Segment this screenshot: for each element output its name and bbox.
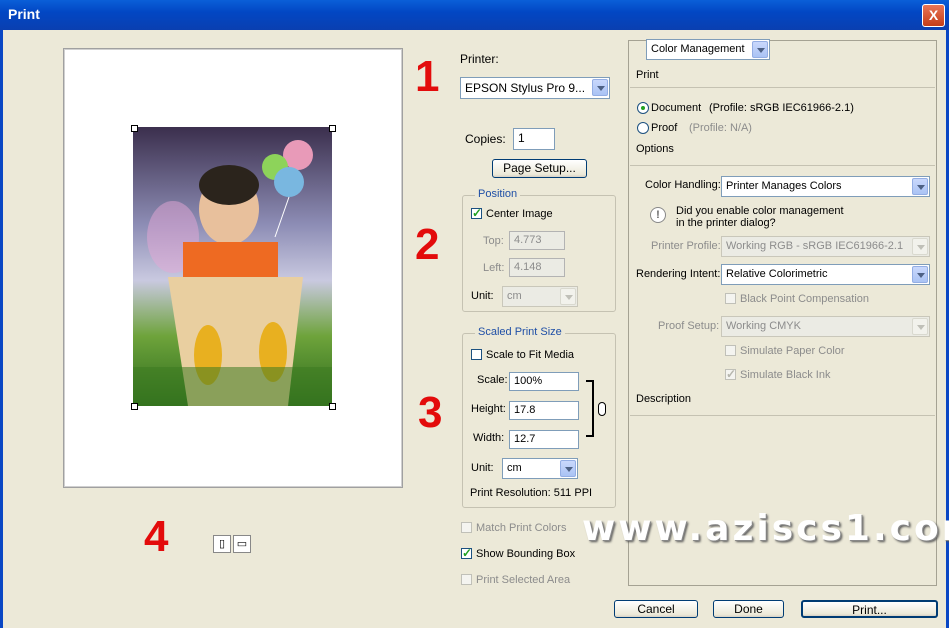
bounding-handle-tr[interactable] [329, 125, 336, 132]
printer-select[interactable]: EPSON Stylus Pro 9... [460, 77, 610, 99]
scale-to-fit-checkbox[interactable] [471, 349, 482, 360]
copies-input[interactable]: 1 [513, 128, 555, 150]
color-handling-value: Printer Manages Colors [726, 180, 842, 192]
bounding-handle-br[interactable] [329, 403, 336, 410]
scale-to-fit-label: Scale to Fit Media [486, 349, 575, 361]
divider [630, 87, 935, 88]
rendering-intent-value: Relative Colorimetric [726, 268, 828, 280]
chevron-down-icon [560, 288, 576, 305]
portrait-orientation-icon[interactable]: ▯ [213, 535, 231, 553]
top-input[interactable]: 4.773 [509, 231, 565, 250]
show-bounding-box-label: Show Bounding Box [476, 548, 576, 560]
document-label: Document [651, 102, 702, 114]
print-button[interactable]: Print... [801, 600, 938, 618]
height-label: Height: [471, 403, 506, 415]
height-input[interactable]: 17.8 [509, 401, 579, 420]
black-point-label: Black Point Compensation [740, 293, 870, 305]
divider [630, 165, 935, 166]
annotation-number-3: 3 [418, 388, 443, 437]
annotation-number-4: 4 [144, 512, 169, 561]
document-profile: (Profile: sRGB IEC61966-2.1) [709, 102, 854, 114]
annotation-number-1: 1 [415, 52, 440, 101]
simulate-paper-label: Simulate Paper Color [740, 345, 845, 357]
printer-profile-select[interactable]: Working RGB - sRGB IEC61966-2.1 [721, 236, 930, 257]
print-selected-area-label: Print Selected Area [476, 574, 571, 586]
position-unit-label: Unit: [471, 290, 494, 302]
black-point-checkbox[interactable] [725, 293, 736, 304]
constrain-bracket [586, 380, 594, 437]
center-image-label: Center Image [486, 208, 553, 220]
chevron-down-icon [912, 318, 928, 335]
print-resolution: Print Resolution: 511 PPI [470, 487, 593, 499]
left-label: Left: [483, 262, 505, 274]
bounding-handle-bl[interactable] [131, 403, 138, 410]
position-unit-select[interactable]: cm [502, 286, 578, 307]
top-label: Top: [483, 235, 504, 247]
printer-profile-value: Working RGB - sRGB IEC61966-2.1 [726, 240, 904, 252]
match-print-colors-label: Match Print Colors [476, 522, 567, 534]
proof-setup-label: Proof Setup: [658, 320, 720, 332]
rendering-intent-label: Rendering Intent: [636, 268, 721, 280]
watermark-text: www.aziscs1.com [582, 508, 949, 549]
width-input[interactable]: 12.7 [509, 430, 579, 449]
left-input[interactable]: 4.148 [509, 258, 565, 277]
copies-label: Copies: [465, 132, 506, 146]
rendering-intent-select[interactable]: Relative Colorimetric [721, 264, 930, 285]
chevron-down-icon [752, 41, 768, 58]
proof-setup-select[interactable]: Working CMYK [721, 316, 930, 337]
close-button[interactable]: X [922, 4, 945, 27]
window-title: Print [8, 6, 40, 22]
annotation-number-2: 2 [415, 220, 440, 269]
page-setup-button[interactable]: Page Setup... [492, 159, 587, 178]
printer-select-value: EPSON Stylus Pro 9... [465, 81, 586, 95]
cancel-button[interactable]: Cancel [614, 600, 698, 618]
show-bounding-box-checkbox[interactable] [461, 546, 472, 560]
color-management-select[interactable]: Color Management [646, 39, 770, 60]
width-label: Width: [473, 432, 505, 444]
landscape-orientation-icon[interactable]: ▭ [233, 535, 251, 553]
scaled-print-size-title: Scaled Print Size [475, 326, 565, 338]
proof-setup-value: Working CMYK [726, 320, 801, 332]
chevron-down-icon [912, 238, 928, 255]
center-image-checkbox[interactable] [471, 206, 482, 220]
scaled-unit-select[interactable]: cm [502, 458, 578, 479]
preview-photo[interactable] [133, 127, 332, 406]
description-heading: Description [636, 393, 692, 405]
chevron-down-icon [912, 178, 928, 195]
proof-radio[interactable] [637, 122, 649, 134]
print-selected-area-checkbox[interactable] [461, 574, 472, 585]
proof-profile: (Profile: N/A) [689, 122, 752, 134]
color-handling-label: Color Handling: [645, 179, 721, 191]
chevron-down-icon [592, 79, 608, 96]
document-radio[interactable] [637, 102, 649, 114]
match-print-colors-checkbox[interactable] [461, 522, 472, 533]
warning-text-line2: in the printer dialog? [676, 217, 776, 229]
printer-label: Printer: [460, 52, 499, 66]
chevron-down-icon [560, 460, 576, 477]
simulate-ink-checkbox[interactable] [725, 367, 736, 381]
chain-link-icon[interactable] [598, 402, 606, 416]
options-heading: Options [636, 143, 674, 155]
scale-label: Scale: [477, 374, 508, 386]
bounding-handle-tl[interactable] [131, 125, 138, 132]
color-handling-select[interactable]: Printer Manages Colors [721, 176, 930, 197]
scaled-unit-value: cm [507, 462, 522, 474]
warning-icon: ! [650, 207, 666, 223]
print-heading: Print [636, 69, 659, 81]
printer-profile-label: Printer Profile: [651, 240, 721, 252]
divider [630, 415, 935, 416]
scaled-unit-label: Unit: [471, 462, 494, 474]
warning-text-line1: Did you enable color management [676, 205, 844, 217]
color-management-value: Color Management [651, 43, 745, 55]
simulate-ink-label: Simulate Black Ink [740, 369, 831, 381]
title-bar: Print X [0, 0, 949, 30]
proof-label: Proof [651, 122, 678, 134]
done-button[interactable]: Done [713, 600, 784, 618]
position-group-title: Position [475, 188, 521, 200]
position-unit-value: cm [507, 290, 522, 302]
scale-input[interactable]: 100% [509, 372, 579, 391]
simulate-paper-checkbox[interactable] [725, 345, 736, 356]
chevron-down-icon [912, 266, 928, 283]
